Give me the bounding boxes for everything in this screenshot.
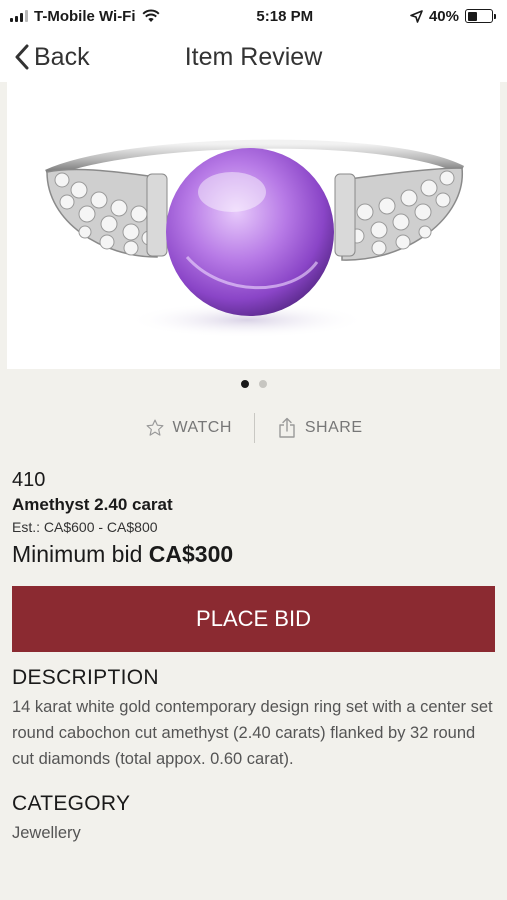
description-heading: DESCRIPTION [12, 666, 159, 689]
lot-number: 410 [12, 469, 46, 491]
category-section: CATEGORY Jewellery [0, 772, 507, 846]
share-icon [279, 417, 295, 438]
minimum-bid: Minimum bid CA$300 [12, 537, 495, 571]
carrier-label: T-Mobile Wi-Fi [34, 7, 136, 25]
action-row: WATCH SHARE [0, 399, 507, 457]
minimum-bid-value: CA$300 [148, 541, 234, 567]
item-info: 410 Amethyst 2.40 carat Est.: CA$600 - C… [0, 457, 507, 571]
chevron-left-icon [15, 44, 29, 70]
battery-fill [467, 11, 477, 21]
battery-percent: 40% [428, 7, 459, 25]
nav-bar: Back Item Review [0, 32, 507, 82]
page-title: Item Review [184, 42, 323, 71]
description-section: DESCRIPTION 14 karat white gold contempo… [0, 652, 507, 772]
location-arrow-icon [410, 9, 423, 23]
share-label: SHARE [304, 419, 363, 436]
signal-icon [10, 10, 28, 22]
back-button[interactable]: Back [14, 32, 90, 82]
battery-icon [465, 9, 496, 23]
category-heading: CATEGORY [12, 792, 131, 815]
watch-label: WATCH [172, 419, 232, 436]
ring-image [45, 139, 465, 338]
watch-button[interactable]: WATCH [123, 418, 254, 438]
pager-dot-active[interactable] [240, 380, 249, 388]
share-button[interactable]: SHARE [255, 417, 385, 439]
pager-dot[interactable] [258, 380, 267, 388]
star-icon [146, 419, 163, 436]
back-label: Back [34, 42, 90, 71]
description-text: 14 karat white gold contemporary design … [12, 698, 493, 768]
minimum-bid-label: Minimum bid [12, 541, 143, 567]
status-right: 40% [410, 7, 496, 25]
status-left: T-Mobile Wi-Fi [10, 8, 160, 25]
status-bar: T-Mobile Wi-Fi 5:18 PM 40% [0, 0, 507, 32]
place-bid-button[interactable]: PLACE BID [12, 586, 495, 652]
wifi-icon [142, 9, 160, 22]
category-value[interactable]: Jewellery [12, 820, 495, 846]
gallery-pager[interactable] [0, 369, 507, 399]
clock: 5:18 PM [256, 7, 314, 25]
item-image[interactable] [0, 82, 507, 369]
item-name: Amethyst 2.40 carat [12, 495, 173, 514]
item-estimate: Est.: CA$600 - CA$800 [12, 519, 158, 535]
